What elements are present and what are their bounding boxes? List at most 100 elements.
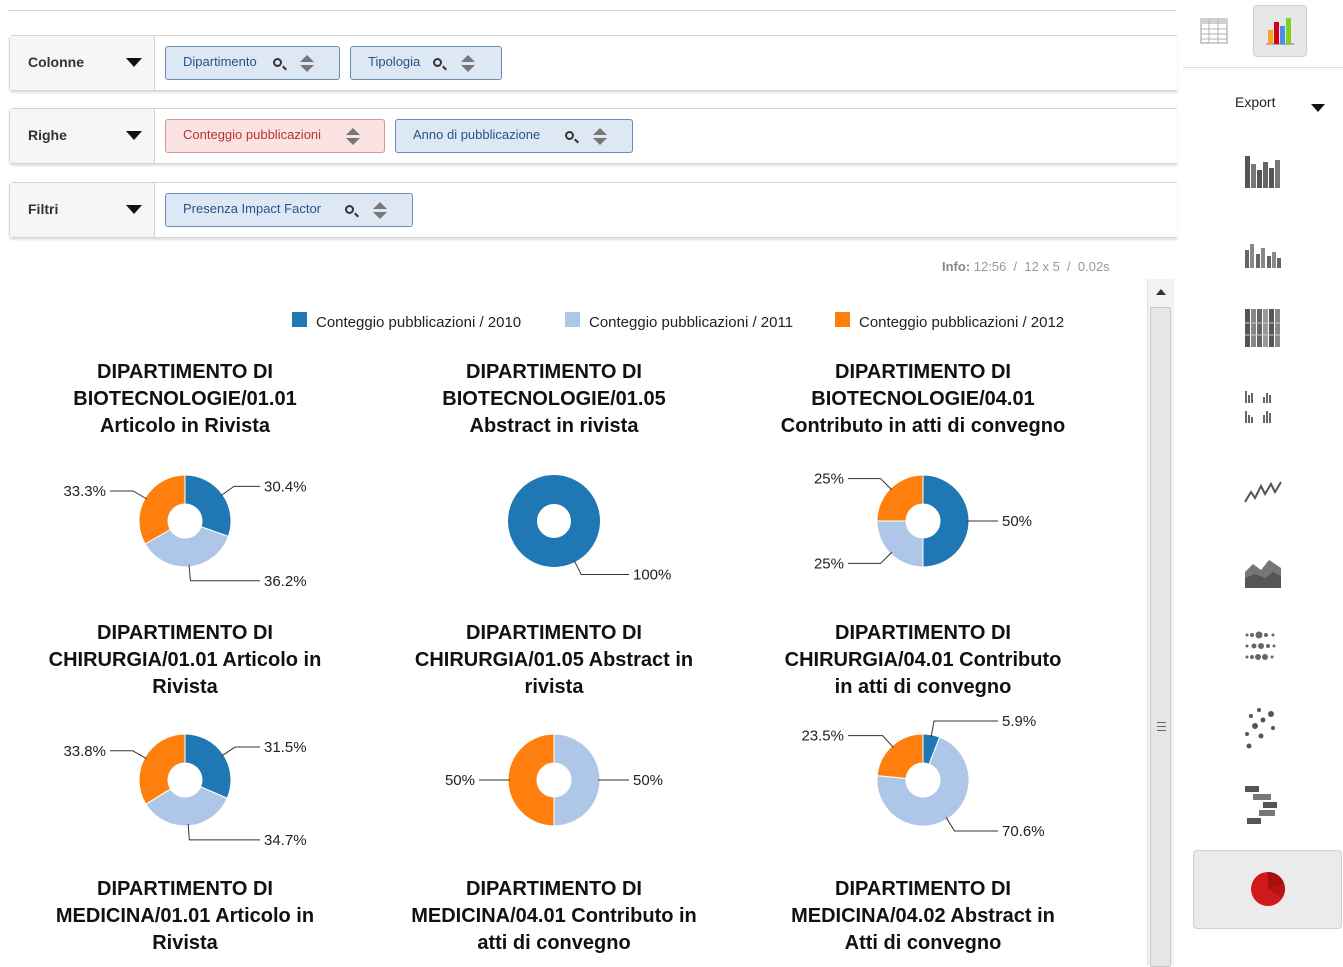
pie-leader-line	[188, 564, 260, 582]
chart-title-line: BIOTECNOLOGIE/01.01	[73, 388, 296, 410]
chart-area: Conteggio pubblicazioni / 2010 Conteggio …	[0, 285, 1146, 965]
columns-shelf-label: Colonne	[28, 54, 84, 70]
pie-chart-button[interactable]	[1193, 850, 1342, 929]
waterfall-chart-button[interactable]	[1233, 782, 1293, 832]
line-chart-button[interactable]	[1233, 468, 1293, 518]
pie-slice	[507, 733, 555, 827]
area-chart-button[interactable]	[1233, 548, 1293, 598]
scroll-up-icon[interactable]	[1156, 289, 1166, 295]
chart-title-line: DIPARTIMENTO DI	[97, 622, 273, 644]
pie-slice	[876, 733, 924, 779]
chip-conteggio-pubblicazioni[interactable]: Conteggio pubblicazioni	[165, 119, 385, 153]
pie-icon	[1251, 871, 1285, 906]
pie-slice	[138, 733, 186, 805]
filters-shelf-menu[interactable]: Filtri	[10, 183, 155, 237]
export-label[interactable]: Export	[1235, 94, 1275, 110]
rows-shelf-menu[interactable]: Righe	[10, 109, 155, 163]
pie-slice-label: 33.3%	[63, 483, 106, 500]
info-size: 12 x 5	[1024, 259, 1060, 274]
multiple-bar-chart-button[interactable]	[1233, 385, 1293, 435]
search-icon[interactable]	[273, 58, 282, 67]
pie-leader-line	[930, 720, 998, 737]
filters-shelf-label: Filtri	[28, 201, 59, 217]
chevron-down-icon[interactable]	[1311, 104, 1325, 112]
pie-slice-label: 50%	[445, 772, 475, 789]
chevron-down-icon[interactable]	[126, 58, 142, 67]
chart-view-button[interactable]	[1253, 5, 1307, 57]
vertical-scrollbar[interactable]	[1147, 279, 1174, 967]
columns-shelf-menu[interactable]: Colonne	[10, 36, 155, 90]
chip-anno-pubblicazione[interactable]: Anno di pubblicazione	[395, 119, 633, 153]
chart-title-line: DIPARTIMENTO DI	[97, 361, 273, 383]
pie-slice-label: 100%	[633, 566, 671, 583]
sort-icon[interactable]	[346, 128, 360, 146]
pie-slice-label: 33.8%	[63, 743, 106, 760]
sort-icon[interactable]	[373, 202, 387, 220]
chevron-down-icon[interactable]	[126, 131, 142, 140]
pie-slice	[138, 474, 186, 545]
info-label: Info:	[942, 259, 971, 274]
dot-icon	[1245, 631, 1276, 660]
legend-swatch	[835, 312, 850, 327]
pie-slice-label: 50%	[1002, 513, 1032, 530]
scatter-chart-button[interactable]	[1233, 702, 1293, 752]
chevron-down-icon[interactable]	[126, 205, 142, 214]
chart-title-line: Articolo in Rivista	[100, 415, 271, 437]
multiple-bars-icon	[1245, 391, 1271, 423]
chart-title-line: in atti di convegno	[835, 676, 1012, 698]
stacked-bar-chart-button[interactable]	[1233, 148, 1293, 198]
pie-chart-grid: Conteggio pubblicazioni / 2010 Conteggio …	[49, 312, 1065, 954]
column-100-icon	[1245, 309, 1280, 347]
dot-chart-button[interactable]	[1233, 625, 1293, 675]
search-icon[interactable]	[433, 58, 442, 67]
pie-slice	[553, 733, 601, 827]
legend-label: Conteggio pubblicazioni / 2012	[859, 314, 1064, 331]
column-100-chart-button[interactable]	[1233, 305, 1293, 355]
area-icon	[1245, 560, 1281, 588]
chip-label: Tipologia	[368, 54, 421, 69]
chart-title-line: Rivista	[152, 676, 218, 698]
chart-type-toolbar: Export	[1183, 0, 1343, 965]
pie-leader-line	[848, 551, 893, 564]
chart-title-line: atti di convegno	[477, 932, 630, 954]
bar-chart-icon	[1266, 18, 1294, 45]
chart-title-line: BIOTECNOLOGIE/04.01	[811, 388, 1034, 410]
chip-tipologia[interactable]: Tipologia	[350, 46, 502, 80]
legend-label: Conteggio pubblicazioni / 2010	[316, 314, 521, 331]
pie-leader-line	[573, 559, 629, 575]
table-view-button[interactable]	[1200, 18, 1228, 44]
rows-shelf: Righe Conteggio pubblicazioni Anno di pu…	[9, 108, 1177, 164]
pie-slice	[184, 474, 232, 538]
scrollbar-thumb[interactable]	[1150, 307, 1171, 967]
chart-title-line: DIPARTIMENTO DI	[97, 878, 273, 900]
chart-title-line: Abstract in rivista	[470, 415, 640, 437]
chart-title-line: CHIRURGIA/01.01 Articolo in	[49, 649, 322, 671]
pie-slice-label: 25%	[814, 471, 844, 488]
chip-dipartimento[interactable]: Dipartimento	[165, 46, 340, 80]
chart-title-line: Atti di convegno	[845, 932, 1002, 954]
query-info: Info: 12:56 / 12 x 5 / 0.02s	[942, 259, 1110, 274]
search-icon[interactable]	[565, 131, 574, 140]
stacked-bar-icon	[1245, 156, 1280, 188]
pie-leader-line	[110, 750, 147, 759]
chart-title-line: Rivista	[152, 932, 218, 954]
bar-icon	[1245, 244, 1281, 268]
chart-title-line: MEDICINA/01.01 Articolo in	[56, 905, 314, 927]
chart-title-line: DIPARTIMENTO DI	[466, 878, 642, 900]
chart-title-line: DIPARTIMENTO DI	[835, 878, 1011, 900]
legend-swatch	[292, 312, 307, 327]
chip-presenza-impact-factor[interactable]: Presenza Impact Factor	[165, 193, 413, 227]
sort-icon[interactable]	[300, 55, 314, 73]
search-icon[interactable]	[345, 205, 354, 214]
chart-title-line: Contributo in atti di convegno	[781, 415, 1065, 437]
chart-title-line: CHIRURGIA/04.01 Contributo	[785, 649, 1062, 671]
sort-icon[interactable]	[461, 55, 475, 73]
pie-slice-label: 31.5%	[264, 739, 307, 756]
pie-leader-line	[945, 817, 998, 832]
legend-swatch	[565, 312, 580, 327]
sort-icon[interactable]	[593, 128, 607, 146]
chart-title-line: DIPARTIMENTO DI	[835, 622, 1011, 644]
toolbar-divider	[1183, 67, 1343, 68]
pie-slice	[508, 475, 600, 567]
bar-chart-button[interactable]	[1233, 230, 1293, 280]
